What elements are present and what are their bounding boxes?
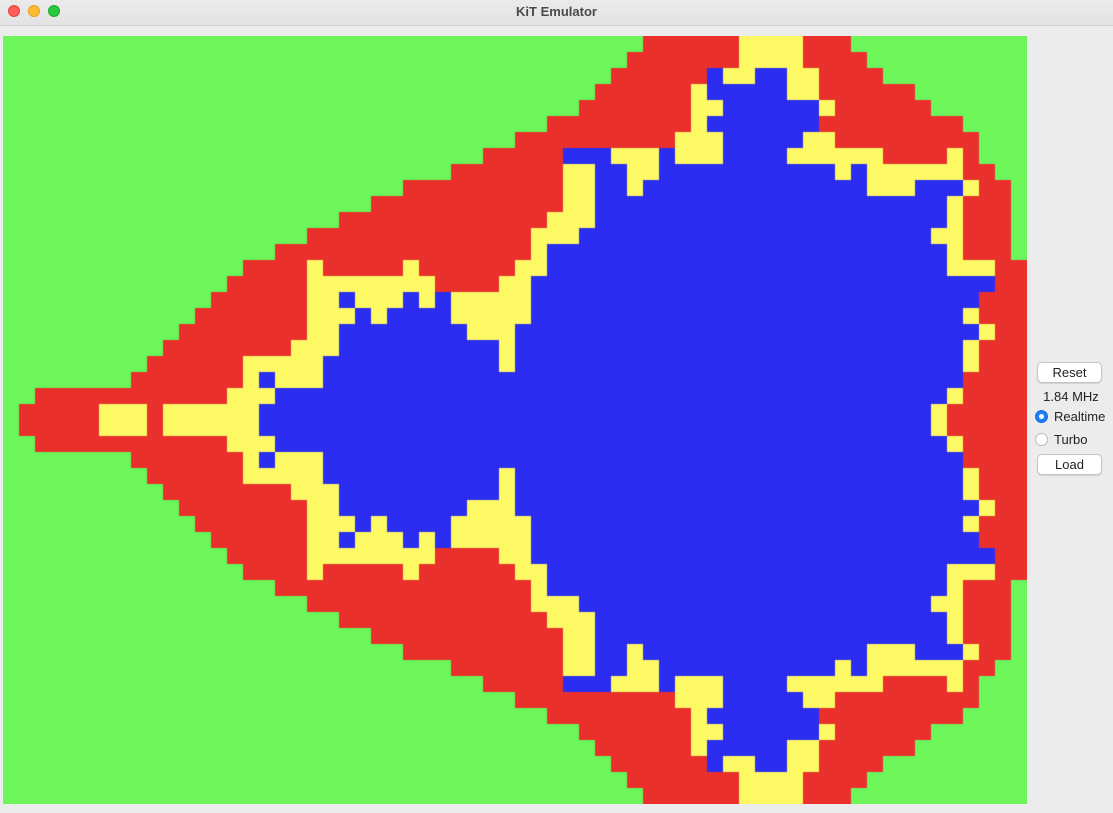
window-title: KiT Emulator	[516, 4, 597, 19]
title-bar[interactable]: KiT Emulator	[0, 0, 1113, 26]
radio-label: Turbo	[1054, 432, 1088, 447]
radio-label: Realtime	[1054, 409, 1106, 424]
emulator-screen[interactable]	[3, 36, 1027, 804]
reset-button[interactable]: Reset	[1037, 362, 1102, 383]
frequency-readout: 1.84 MHz	[1043, 389, 1099, 404]
radio-checked-icon[interactable]	[1035, 410, 1048, 423]
radio-unchecked-icon[interactable]	[1035, 433, 1048, 446]
emulator-window: KiT Emulator Reset 1.84 MHz Realtime Tur…	[0, 0, 1113, 813]
load-button[interactable]: Load	[1037, 454, 1102, 475]
